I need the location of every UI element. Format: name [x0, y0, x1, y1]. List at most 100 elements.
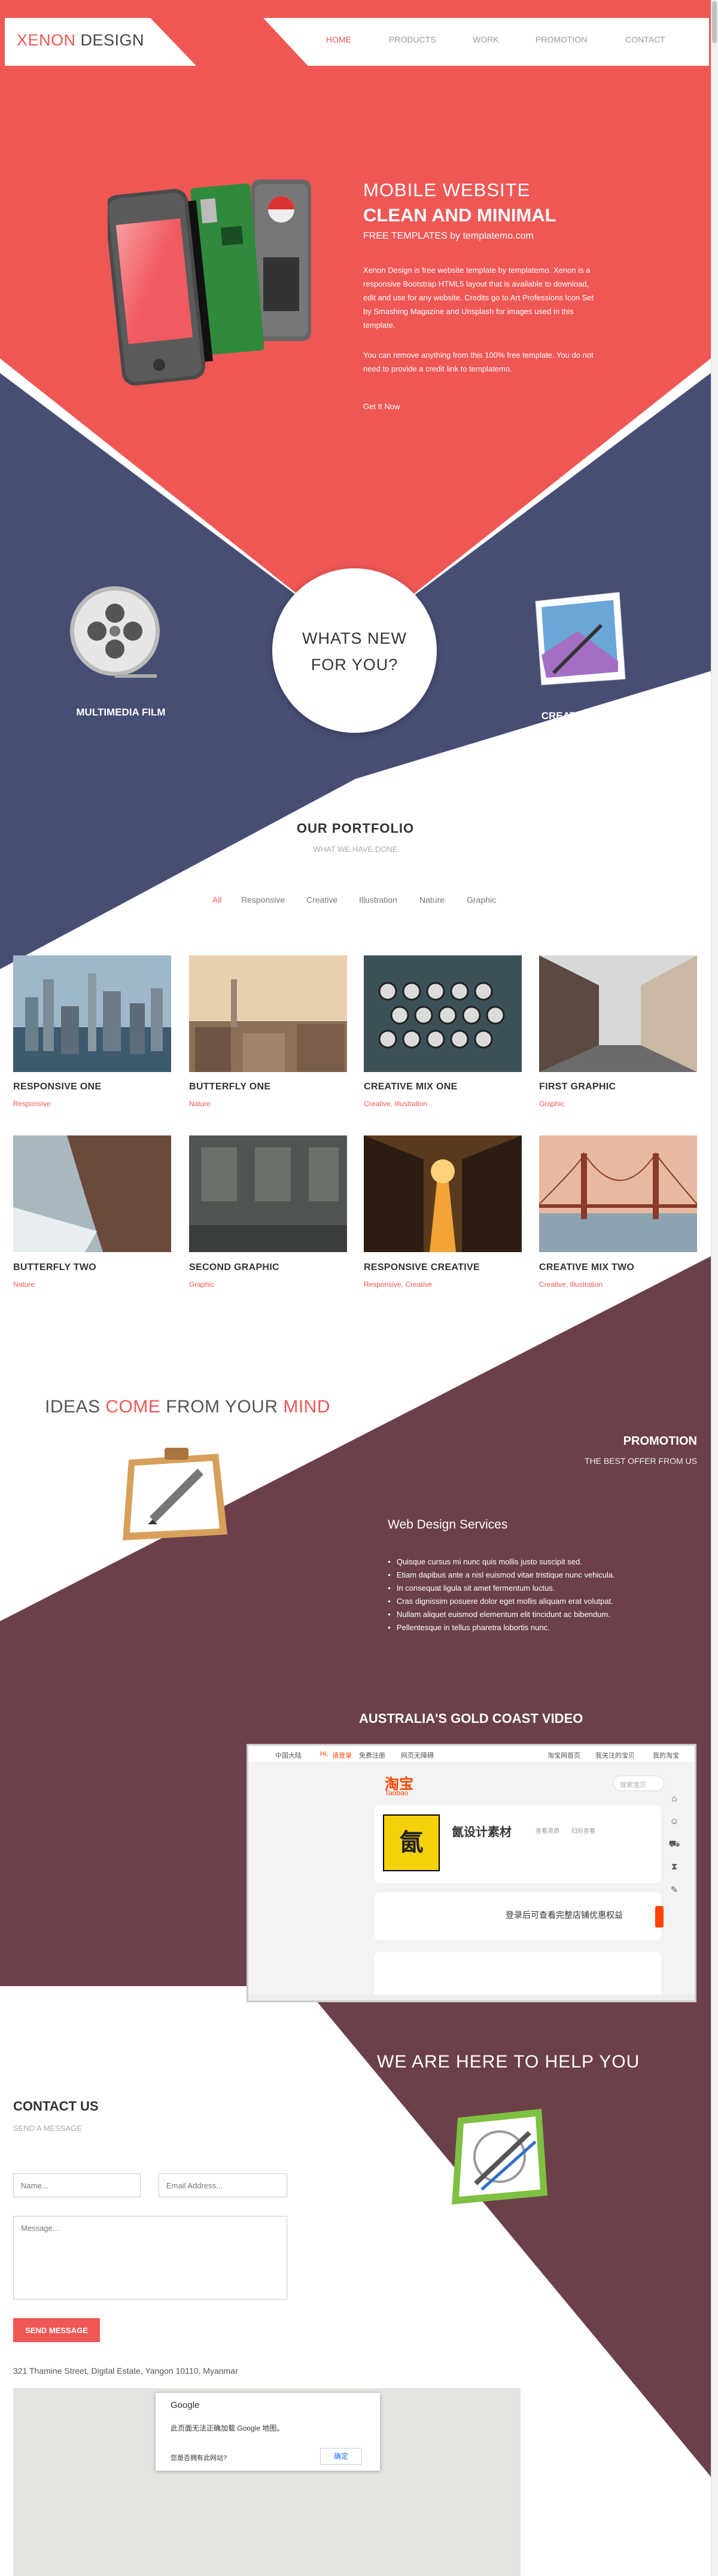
home-icon[interactable]: ⌂ [667, 1794, 682, 1816]
region-selector[interactable]: 中国大陆 [275, 1750, 302, 1760]
portfolio-item-category: Graphic [189, 1280, 215, 1289]
page-scrollbar[interactable] [711, 0, 718, 2576]
creative-picture-icon [535, 592, 626, 686]
portfolio-item-title[interactable]: RESPONSIVE CREATIVE [364, 1262, 480, 1273]
content-card [374, 1952, 661, 2000]
portfolio-thumb-rooftops[interactable] [189, 955, 347, 1072]
map-ok-button[interactable]: 确定 [320, 2448, 362, 2465]
login-link[interactable]: 请登录 [332, 1750, 352, 1760]
portfolio-item-category: Creative, Illustration [539, 1280, 603, 1289]
embed-search-input[interactable]: 搜索宝贝 [613, 1776, 664, 1791]
scrollbar-thumb[interactable] [712, 1, 717, 43]
nav-contact[interactable]: CONTACT [625, 35, 665, 44]
portfolio-item-category: Responsive [13, 1100, 51, 1108]
filter-illustration[interactable]: Illustration [359, 895, 397, 905]
logo-part-2: DESIGN [75, 31, 145, 49]
favorites-link[interactable]: 我关注的宝贝 [595, 1750, 635, 1760]
email-field[interactable] [159, 2173, 287, 2197]
history-icon[interactable]: ⧗ [667, 1862, 682, 1884]
shop-name[interactable]: 氤设计素材 [452, 1822, 512, 1840]
hero-title: MOBILE WEBSITE [363, 179, 531, 200]
hero-description: Xenon Design is free website template by… [363, 266, 594, 330]
services-title: Web Design Services [388, 1518, 508, 1531]
register-link[interactable]: 免费注册 [359, 1750, 385, 1760]
portfolio-item-category: Responsive, Creative [364, 1280, 433, 1289]
hero-subtitle: CLEAN AND MINIMAL [363, 205, 556, 226]
nav-promotion[interactable]: PROMOTION [536, 35, 587, 44]
ideas-heading: IDEAS COME FROM YOUR MIND [45, 1397, 330, 1417]
filter-all[interactable]: All [212, 895, 222, 905]
portfolio-thumb-typewriter[interactable] [364, 955, 522, 1072]
whats-new-line-1: WHATS NEW [302, 629, 407, 647]
filter-graphic[interactable]: Graphic [467, 895, 496, 905]
help-heading: WE ARE HERE TO HELP YOU [377, 2052, 640, 2072]
portfolio-item-category: Graphic [539, 1100, 565, 1108]
portfolio-item-category: Nature [13, 1280, 35, 1289]
hero-note: You can remove anything from this 100% f… [363, 351, 594, 373]
services-list: Quisque cursus mi nunc quis mollis justo… [388, 1555, 615, 1634]
site-logo[interactable]: XENON DESIGN [17, 31, 144, 50]
film-reel-icon [70, 586, 160, 678]
nav-home[interactable]: HOME [326, 35, 351, 44]
portfolio-item-title[interactable]: BUTTERFLY ONE [189, 1082, 270, 1092]
feedback-icon[interactable]: ✎ [667, 1884, 682, 1907]
embed-topbar: 中国大陆 Hi, 请登录 免费注册 网页无障碍 淘宝网首页 我关注的宝贝 我的淘… [248, 1746, 695, 1762]
portfolio-thumb-street[interactable] [539, 955, 697, 1072]
nav-products[interactable]: PRODUCTS [389, 35, 436, 44]
pencil-easel-icon [123, 1448, 227, 1540]
video-embed[interactable]: 中国大陆 Hi, 请登录 免费注册 网页无障碍 淘宝网首页 我关注的宝贝 我的淘… [247, 1744, 696, 2002]
portfolio-thumb-city[interactable] [13, 955, 171, 1072]
login-tip: 登录后可查看完整店铺优惠权益 [506, 1910, 623, 1920]
whats-new-text: WHATS NEW FOR YOU? [272, 625, 437, 678]
drawing-tool-icon [452, 2109, 547, 2204]
embed-scrollbar[interactable] [248, 1995, 695, 2000]
accessibility-link[interactable]: 网页无障碍 [401, 1750, 434, 1760]
contact-title: CONTACT US [13, 2099, 99, 2114]
filter-nature[interactable]: Nature [419, 895, 445, 905]
ideas-word-2: COME [105, 1397, 161, 1417]
portfolio-thumb-sunset-street[interactable] [364, 1135, 522, 1252]
nav-work[interactable]: WORK [473, 35, 499, 44]
portfolio-thumb-bridge[interactable] [539, 1135, 697, 1252]
service-item: Nullam aliquet euismod elementum elit ti… [388, 1608, 615, 1621]
promotion-subtitle: THE BEST OFFER FROM US [585, 1456, 697, 1466]
cart-icon[interactable]: ⛟ [667, 1839, 682, 1862]
ideas-word-3: FROM YOUR [160, 1397, 284, 1417]
portfolio-item-title[interactable]: CREATIVE MIX TWO [539, 1262, 634, 1273]
portfolio-item-title[interactable]: FIRST GRAPHIC [539, 1082, 616, 1092]
shop-meta-2[interactable]: 扫码查看 [571, 1826, 595, 1835]
portfolio-item-category: Nature [189, 1100, 211, 1108]
portfolio-thumb-rocks[interactable] [13, 1135, 171, 1252]
portfolio-item-title[interactable]: CREATIVE MIX ONE [364, 1082, 458, 1092]
name-field[interactable] [13, 2173, 141, 2197]
send-message-button[interactable]: SEND MESSAGE [13, 2318, 100, 2342]
taobao-home-link[interactable]: 淘宝网首页 [547, 1750, 580, 1760]
shop-meta-1[interactable]: 查看资质 [536, 1826, 559, 1835]
portfolio-subtitle: WHAT WE HAVE DONE [313, 845, 398, 854]
get-it-now-link[interactable]: Get It Now [363, 402, 400, 411]
portfolio-thumb-building[interactable] [189, 1135, 347, 1252]
multimedia-film-caption: MULTIMEDIA FILM [76, 707, 166, 718]
my-taobao-link[interactable]: 我的淘宝 [653, 1750, 679, 1760]
shop-logo: 氤 [383, 1814, 440, 1871]
contact-subtitle: SEND A MESSAGE [13, 2124, 82, 2133]
map-error-dialog: Google 此页面无法正确加载 Google 地图。 您是否拥有此网站? 确定 [156, 2393, 380, 2471]
filter-creative[interactable]: Creative [306, 895, 337, 905]
chat-icon[interactable]: ☺ [667, 1816, 682, 1839]
message-field[interactable] [13, 2216, 287, 2300]
login-tip-button[interactable] [655, 1906, 664, 1928]
portfolio-item-title[interactable]: SECOND GRAPHIC [189, 1262, 279, 1273]
portfolio-item-title[interactable]: RESPONSIVE ONE [13, 1082, 101, 1092]
logo-part-1: XENON [17, 31, 76, 49]
map-error-text: 此页面无法正确加载 Google 地图。 [171, 2424, 284, 2432]
google-logo: Google [171, 2400, 200, 2410]
service-item: Etiam dapibus ante a nisl euismod vitae … [388, 1569, 615, 1582]
promotion-title: PROMOTION [623, 1435, 697, 1448]
video-title: AUSTRALIA'S GOLD COAST VIDEO [359, 1711, 583, 1726]
phone-layers-illustration [108, 179, 311, 386]
portfolio-item-title[interactable]: BUTTERFLY TWO [13, 1262, 96, 1273]
service-item: Pellentesque in tellus pharetra lobortis… [388, 1621, 615, 1634]
portfolio-item-category: Creative, Illustration [364, 1100, 428, 1108]
greeting: Hi, [320, 1750, 328, 1758]
filter-responsive[interactable]: Responsive [241, 895, 285, 905]
